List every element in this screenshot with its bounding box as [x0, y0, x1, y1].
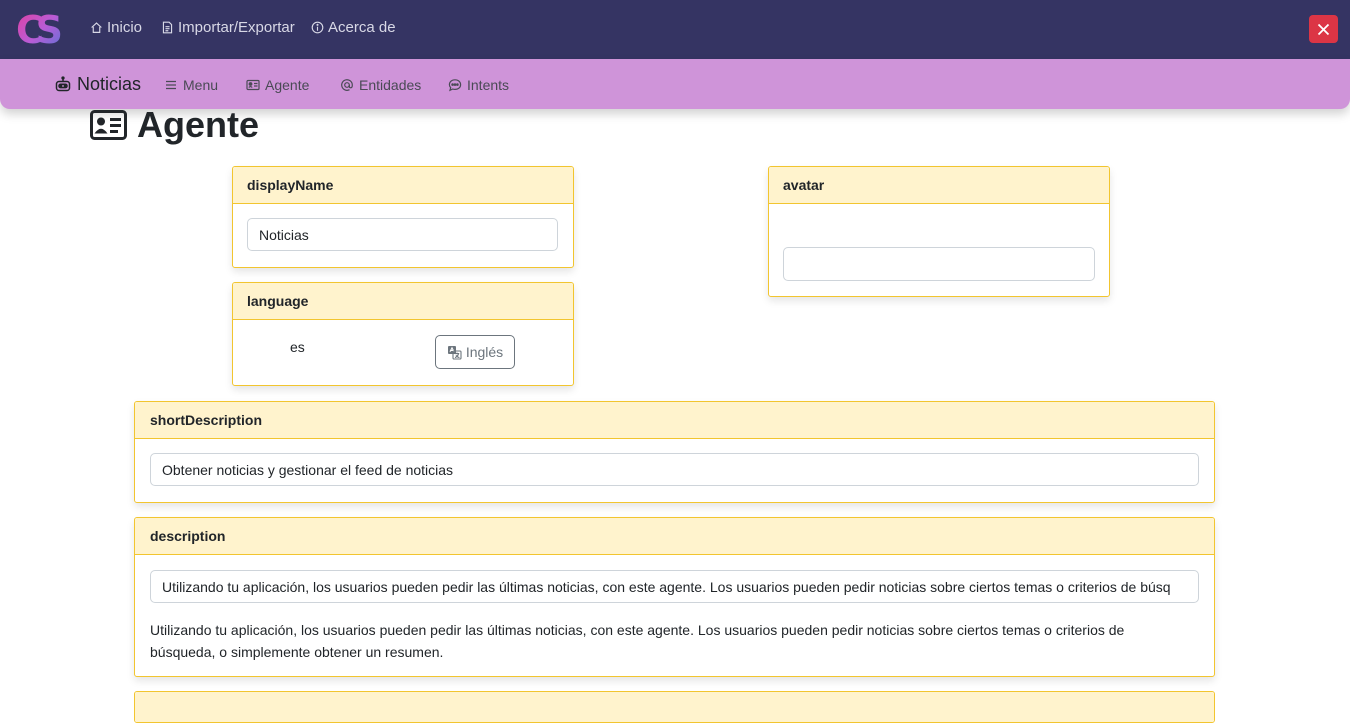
description-preview: Utilizando tu aplicación, los usuarios p…	[150, 622, 1125, 660]
nav-acerca-de[interactable]: Acerca de	[311, 19, 396, 36]
subnav-menu[interactable]: Menu	[164, 77, 218, 93]
subnav-intents[interactable]: Intents	[448, 77, 509, 93]
card-avatar-header: avatar	[769, 167, 1109, 204]
page-title: Agente	[90, 103, 259, 147]
card-description-header: description	[135, 518, 1214, 555]
description-input[interactable]: Utilizando tu aplicación, los usuarios p…	[150, 570, 1199, 603]
translate-english-button[interactable]: Inglés	[435, 335, 515, 369]
card-avatar: avatar	[768, 166, 1110, 297]
file-icon	[162, 21, 173, 34]
nav-acerca-de-label: Acerca de	[328, 19, 396, 36]
app-logo[interactable]: CS	[16, 10, 78, 50]
at-icon	[341, 79, 353, 91]
close-icon	[1317, 23, 1330, 35]
language-value: es	[290, 339, 305, 355]
translate-icon	[447, 345, 462, 360]
page-title-label: Agente	[137, 104, 260, 145]
list-icon	[166, 80, 176, 90]
top-navbar: CS Inicio Importar/Exportar Acerca de	[0, 0, 1350, 59]
subnav-agente-label: Agente	[265, 77, 310, 93]
translate-english-label: Inglés	[465, 344, 504, 360]
card-language-header: language	[233, 283, 573, 320]
person-card-icon	[90, 110, 127, 140]
home-icon	[91, 22, 102, 33]
card-description: description Utilizando tu aplicación, lo…	[134, 517, 1215, 677]
subnav-intents-label: Intents	[467, 77, 510, 93]
subnav-entidades-label: Entidades	[359, 77, 422, 93]
info-icon	[311, 21, 324, 34]
nav-importar-exportar-label: Importar/Exportar	[178, 19, 295, 36]
robot-icon	[55, 75, 71, 91]
displayname-input[interactable]: Noticias	[247, 218, 558, 251]
shortdescription-input[interactable]: Obtener noticias y gestionar el feed de …	[150, 453, 1199, 486]
card-language: language es Inglés	[232, 282, 574, 386]
nav-importar-exportar[interactable]: Importar/Exportar	[161, 19, 295, 36]
card-displayname: displayName Noticias	[232, 166, 574, 268]
card-shortdescription: shortDescription Obtener noticias y gest…	[134, 401, 1215, 503]
person-card-icon	[246, 79, 260, 91]
subnav-menu-label: Menu	[183, 77, 219, 93]
subnav-agente[interactable]: Agente	[246, 77, 309, 93]
subnav-entidades[interactable]: Entidades	[340, 77, 421, 93]
agent-brand-label: Noticias	[77, 74, 142, 94]
chat-dots-icon	[448, 79, 462, 92]
avatar-input[interactable]	[783, 247, 1095, 281]
card-shortdescription-header: shortDescription	[135, 402, 1214, 439]
agent-brand[interactable]: Noticias	[54, 74, 141, 95]
nav-inicio-label: Inicio	[107, 19, 143, 36]
card-displayname-header: displayName	[233, 167, 573, 204]
card-next-partial	[134, 691, 1215, 723]
close-button[interactable]	[1309, 15, 1338, 43]
agent-navbar: Noticias Menu Agente Entidades Intents	[0, 59, 1350, 109]
nav-inicio[interactable]: Inicio	[90, 19, 142, 36]
